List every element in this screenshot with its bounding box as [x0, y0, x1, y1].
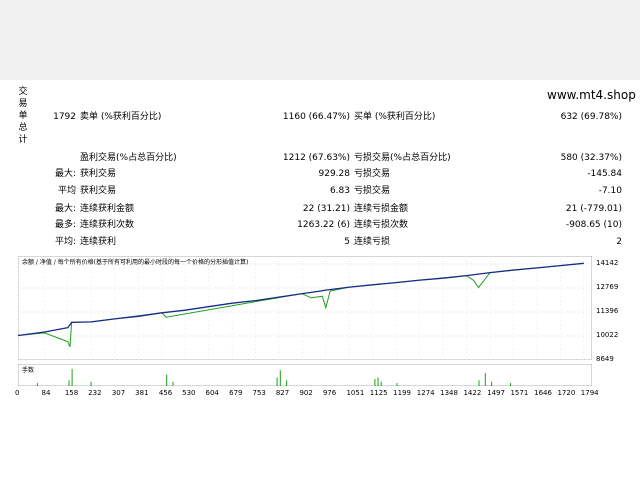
y-tick-label: 11396 — [596, 306, 619, 315]
avg-consec-losses-label: 连续亏损 — [354, 237, 391, 247]
sell-trades-value: 1160 (66.47%) — [282, 112, 350, 122]
chart-legend: 余额 / 净值 / 每个所有价格(基于所有可利用的最小时段的每一个价格的分形插值… — [22, 259, 249, 266]
buy-trades-value: 632 (69.78%) — [560, 112, 622, 122]
maximal-consec-profit-label: 连续获利次数 — [80, 220, 135, 230]
y-tick-label: 14142 — [596, 259, 619, 267]
x-tick-label: 976 — [322, 389, 337, 397]
largest-prefix: 最大: — [54, 169, 76, 179]
largest-profit-value: 929.28 — [318, 169, 351, 179]
x-tick-label: 84 — [41, 389, 51, 397]
x-tick-label: 381 — [135, 389, 149, 397]
x-tick-label: 902 — [299, 389, 313, 397]
x-tick-label: 1199 — [393, 389, 411, 397]
largest-loss-label: 亏损交易 — [354, 169, 391, 179]
x-tick-label: 1794 — [580, 389, 599, 397]
avg-consec-losses-value: 2 — [616, 237, 622, 247]
x-tick-label: 679 — [229, 389, 243, 397]
loss-trades-value: 580 (32.37%) — [560, 153, 622, 163]
x-tick-label: 1571 — [510, 389, 529, 397]
volume-bar — [380, 381, 382, 386]
volume-bar — [68, 380, 70, 386]
total-trades-value: 1792 — [53, 112, 76, 122]
average-profit-value: 6.83 — [329, 186, 350, 196]
max-consec-wins-label: 连续获利金额 — [80, 204, 135, 214]
top-band — [0, 0, 640, 80]
volume-bar — [286, 380, 288, 386]
x-tick-label: 1125 — [369, 389, 388, 397]
maximal-consec-profit-value: 1263.22 (6) — [297, 220, 350, 230]
maximal-consec-loss-value: -908.65 (10) — [565, 220, 622, 230]
volume-bar — [279, 370, 281, 386]
avg-consec-prefix: 平均: — [54, 237, 76, 247]
avg-consec-wins-label: 连续获利 — [80, 237, 117, 247]
volume-bar — [374, 378, 376, 386]
max-consec-wins-value: 22 (31.21) — [302, 204, 350, 214]
profit-trades-label: 盈利交易(%占总百分比) — [80, 153, 177, 163]
x-tick-label: 0 — [15, 389, 20, 397]
profit-trades-value: 1212 (67.63%) — [282, 153, 350, 163]
x-tick-label: 604 — [205, 389, 219, 397]
volume-bar — [71, 368, 73, 386]
x-tick-label: 456 — [158, 389, 173, 397]
average-loss-value: -7.10 — [598, 186, 622, 196]
loss-trades-label: 亏损交易(%占总百分比) — [354, 153, 451, 163]
x-tick-label: 1422 — [463, 389, 482, 397]
volume-bar — [510, 383, 511, 386]
volume-bar — [276, 377, 278, 386]
average-profit-label: 获利交易 — [80, 186, 117, 196]
report-section-label: 交易单总计 — [18, 87, 28, 145]
average-prefix: 平均 — [57, 186, 76, 196]
buy-trades-label: 买单 (%获利百分比) — [354, 112, 436, 122]
max-consec-prefix: 最大: — [54, 204, 76, 214]
volume-bar — [396, 383, 398, 386]
volume-bar — [90, 381, 92, 386]
x-tick-label: 1720 — [557, 389, 576, 397]
max-consec-losses-value: 21 (-779.01) — [565, 204, 622, 214]
x-tick-label: 753 — [252, 389, 266, 397]
site-watermark: www.mt4.shop — [547, 88, 636, 102]
y-tick-label: 12769 — [596, 282, 619, 291]
x-tick-label: 827 — [275, 389, 290, 397]
x-tick-label: 232 — [88, 389, 102, 397]
x-tick-label: 1497 — [487, 389, 505, 397]
volume-bar — [377, 377, 379, 386]
x-tick-label: 1274 — [416, 389, 435, 397]
x-tick-label: 530 — [182, 389, 196, 397]
volume-bar — [36, 383, 38, 386]
largest-loss-value: -145.84 — [587, 169, 622, 179]
max-consec-losses-label: 连续亏损金额 — [354, 204, 409, 214]
volume-bar — [172, 381, 174, 386]
maximal-prefix: 最多: — [54, 220, 76, 230]
volume-label: 手数 — [22, 367, 35, 374]
average-loss-label: 亏损交易 — [354, 186, 391, 196]
volume-bar — [491, 381, 493, 386]
avg-consec-wins-value: 5 — [344, 237, 350, 247]
y-tick-label: 10022 — [596, 331, 619, 339]
volume-chart — [18, 364, 592, 386]
volume-bar — [166, 374, 168, 386]
balance-chart — [18, 256, 592, 360]
sell-trades-label: 卖单 (%获利百分比) — [80, 112, 162, 122]
largest-profit-label: 获利交易 — [80, 169, 117, 179]
volume-bar — [478, 380, 480, 386]
x-tick-label: 307 — [111, 389, 126, 397]
maximal-consec-loss-label: 连续亏损次数 — [354, 220, 409, 230]
x-tick-label: 1646 — [534, 389, 552, 397]
volume-bar — [484, 373, 486, 386]
x-tick-label: 1051 — [346, 389, 365, 397]
x-tick-label: 1348 — [440, 389, 458, 397]
y-tick-label: 8649 — [596, 355, 614, 363]
x-tick-label: 158 — [64, 389, 79, 397]
